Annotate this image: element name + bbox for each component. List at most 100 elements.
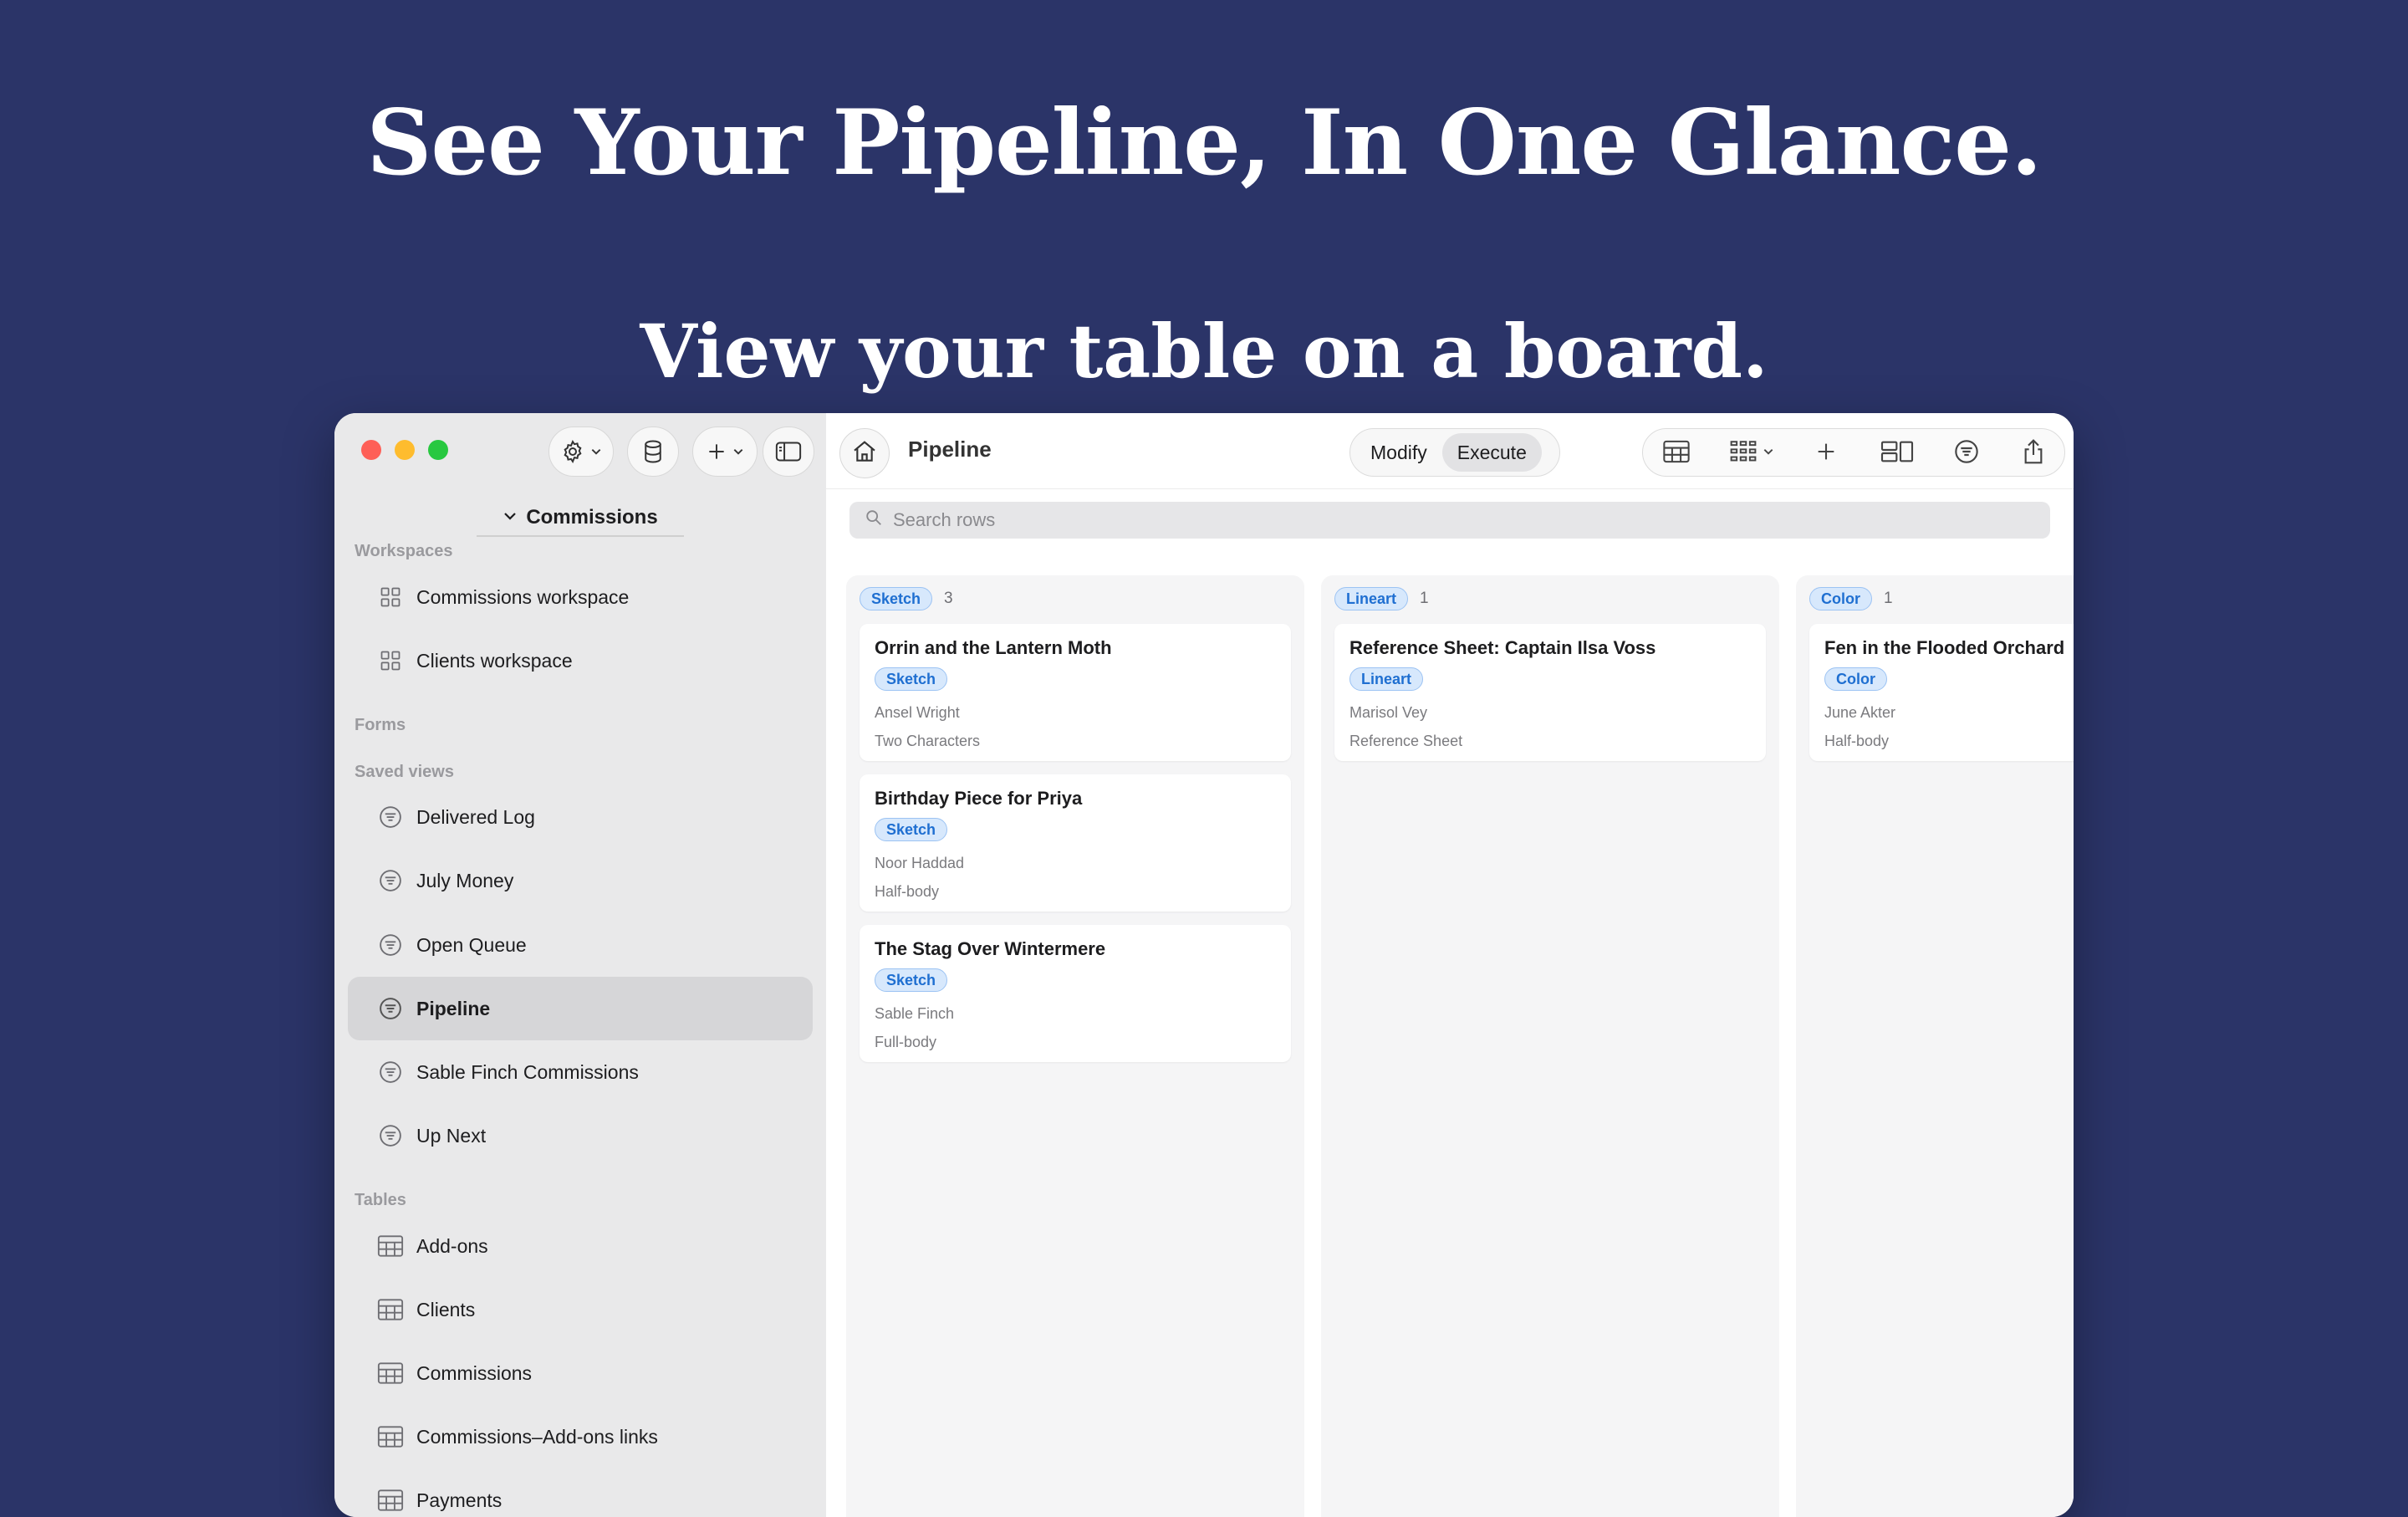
card-status-badge: Lineart [1349, 667, 1424, 691]
sidebar-item-label: Commissions [416, 1361, 533, 1384]
column-count: 3 [944, 590, 953, 607]
view-actions-group [1642, 428, 2065, 477]
card-client: Sable Finch [875, 1005, 955, 1022]
section-label-forms: Forms [355, 716, 406, 734]
sidebar-item-label: Commissions workspace [416, 585, 630, 608]
share-icon [2022, 438, 2045, 469]
board-card[interactable]: Birthday Piece for Priya Sketch Noor Had… [860, 774, 1291, 912]
sidebar-item-label: Up Next [416, 1124, 487, 1147]
filter-icon [376, 931, 405, 959]
sidebar-item-label: Commissions–Add-ons links [416, 1425, 658, 1448]
sidebar-toggle-button[interactable] [763, 426, 814, 477]
filter-button[interactable] [1942, 429, 1991, 478]
table-view-icon [1662, 440, 1691, 467]
sidebar-item-commissions[interactable]: Commissions [348, 1341, 813, 1405]
sidebar-item-label: Delivered Log [416, 805, 535, 828]
settings-menu-button[interactable] [548, 426, 614, 477]
board-card[interactable]: The Stag Over Wintermere Sketch Sable Fi… [860, 925, 1291, 1062]
card-title: Birthday Piece for Priya [875, 788, 1083, 809]
sidebar-item-label: Clients workspace [416, 649, 573, 672]
sidebar-item-delivered-log[interactable]: Delivered Log [348, 785, 813, 849]
board-card[interactable]: Fen in the Flooded Orchard Color June Ak… [1809, 624, 2074, 761]
card-title: The Stag Over Wintermere [875, 938, 1106, 959]
card-type: Reference Sheet [1349, 733, 1463, 749]
home-button[interactable] [839, 428, 890, 478]
sidebar-item-label: Add-ons [416, 1234, 488, 1257]
column-count: 1 [1884, 590, 1893, 607]
sidebar-item-label: Clients [416, 1298, 476, 1320]
chevron-down-icon [590, 446, 602, 457]
filter-icon [376, 1058, 405, 1086]
layout-icon [1880, 440, 1914, 467]
board-card[interactable]: Reference Sheet: Captain Ilsa Voss Linea… [1334, 624, 1766, 761]
plus-icon [706, 441, 727, 462]
layout-button[interactable] [1869, 429, 1926, 478]
sidebar-item-clients-workspace[interactable]: Clients workspace [348, 629, 813, 692]
sidebar-item-commissions-workspace[interactable]: Commissions workspace [348, 565, 813, 629]
mode-segmented-control: Modify Execute [1349, 428, 1560, 477]
sidebar-item-clients[interactable]: Clients [348, 1278, 813, 1341]
card-client: Marisol Vey [1349, 704, 1428, 721]
filter-icon [376, 1121, 405, 1150]
home-icon [851, 438, 878, 469]
filter-icon [376, 994, 405, 1023]
gear-icon [560, 439, 585, 464]
database-button[interactable] [627, 426, 679, 477]
hero-subheadline: View your table on a board. [640, 308, 1768, 395]
close-window-button[interactable] [361, 440, 381, 460]
sidebar-toggle-icon [775, 441, 802, 462]
board-view-button[interactable] [1717, 429, 1787, 478]
sidebar-item-pipeline[interactable]: Pipeline [348, 977, 813, 1040]
card-title: Reference Sheet: Captain Ilsa Voss [1349, 637, 1656, 658]
sidebar-item-payments[interactable]: Payments [348, 1468, 813, 1517]
database-icon [641, 439, 665, 464]
zoom-window-button[interactable] [428, 440, 448, 460]
share-button[interactable] [2009, 429, 2058, 478]
table-icon [376, 1359, 405, 1387]
card-type: Full-body [875, 1034, 937, 1050]
card-status-badge: Sketch [875, 818, 948, 841]
table-icon [376, 1232, 405, 1260]
add-icon [1814, 440, 1838, 467]
sidebar-item-up-next[interactable]: Up Next [348, 1104, 813, 1167]
sidebar-item-sable-finch-commissions[interactable]: Sable Finch Commissions [348, 1040, 813, 1104]
card-status-badge: Sketch [875, 968, 948, 992]
execute-mode-button[interactable]: Execute [1441, 433, 1542, 472]
column-header: Lineart 1 [1334, 587, 1429, 610]
minimize-window-button[interactable] [395, 440, 415, 460]
filter-icon [376, 803, 405, 831]
table-view-button[interactable] [1651, 429, 1701, 478]
view-title: Pipeline [908, 437, 992, 462]
chevron-down-icon [503, 506, 518, 529]
card-client: Ansel Wright [875, 704, 960, 721]
hero-headline: See Your Pipeline, In One Glance. [366, 90, 2042, 196]
add-row-button[interactable] [1802, 429, 1850, 478]
table-icon [376, 1423, 405, 1451]
card-status-badge: Color [1824, 667, 1887, 691]
card-status-badge: Sketch [875, 667, 948, 691]
column-status-badge: Color [1809, 587, 1872, 610]
table-icon [376, 1295, 405, 1324]
board-view-icon [1729, 439, 1758, 468]
add-menu-button[interactable] [692, 426, 758, 477]
column-status-badge: Lineart [1334, 587, 1409, 610]
sidebar: Commissions Workspaces Commissions works… [334, 413, 828, 1517]
chevron-down-icon [732, 446, 744, 457]
sidebar-item-open-queue[interactable]: Open Queue [348, 913, 813, 977]
table-icon [376, 1486, 405, 1514]
sidebar-item-add-ons[interactable]: Add-ons [348, 1214, 813, 1278]
modify-mode-button[interactable]: Modify [1355, 433, 1442, 472]
search-bar[interactable]: Search rows [849, 502, 2050, 539]
sidebar-item-july-money[interactable]: July Money [348, 849, 813, 912]
sidebar-item-commissions-add-ons-links[interactable]: Commissions–Add-ons links [348, 1405, 813, 1468]
search-input[interactable]: Search rows [893, 509, 995, 531]
board-card[interactable]: Orrin and the Lantern Moth Sketch Ansel … [860, 624, 1291, 761]
workspace-selector[interactable]: Commissions [477, 500, 684, 537]
sidebar-item-label: Open Queue [416, 933, 527, 956]
sidebar-item-label: Payments [416, 1489, 503, 1511]
chevron-down-icon [1763, 446, 1774, 462]
column-count: 1 [1420, 590, 1429, 607]
board-column-sketch: Sketch 3 Orrin and the Lantern Moth Sket… [846, 575, 1304, 1517]
card-type: Half-body [1824, 733, 1890, 749]
section-label-saved-views: Saved views [355, 763, 454, 781]
